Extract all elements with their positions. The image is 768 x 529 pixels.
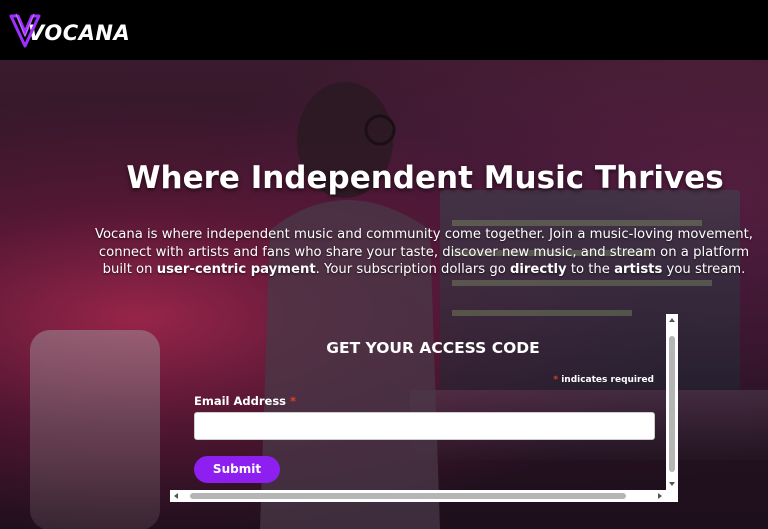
vertical-scroll-thumb[interactable]: [669, 336, 675, 472]
scroll-down-icon[interactable]: [669, 482, 675, 486]
horizontal-scrollbar[interactable]: [170, 490, 666, 502]
logo-wordmark: VOCANA: [28, 21, 131, 45]
submit-button[interactable]: Submit: [194, 456, 280, 483]
top-bar: VOCANA: [0, 0, 768, 60]
vocana-logo[interactable]: VOCANA: [8, 8, 130, 52]
email-label: Email Address *: [194, 394, 297, 408]
vertical-scrollbar[interactable]: [666, 314, 678, 490]
scroll-up-icon[interactable]: [669, 318, 675, 322]
page-title: Where Independent Music Thrives: [126, 160, 724, 196]
scroll-right-icon[interactable]: [658, 493, 662, 499]
logo-v-icon: [9, 13, 41, 48]
signup-form: GET YOUR ACCESS CODE * indicates require…: [170, 314, 678, 503]
scroll-left-icon[interactable]: [174, 493, 178, 499]
horizontal-scroll-thumb[interactable]: [190, 493, 626, 499]
scrollbar-corner: [666, 490, 678, 502]
intro-paragraph: Vocana is where independent music and co…: [94, 227, 753, 277]
background-chair: [30, 330, 160, 529]
required-note: * indicates required: [553, 375, 654, 385]
form-title: GET YOUR ACCESS CODE: [326, 339, 540, 357]
email-field[interactable]: [194, 412, 655, 440]
